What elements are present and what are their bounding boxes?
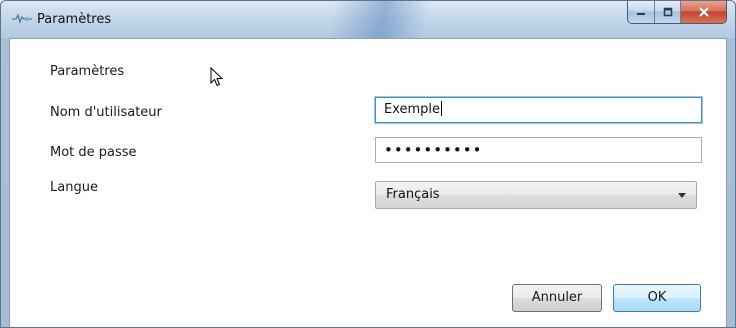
password-label: Mot de passe [50, 145, 137, 160]
username-value: Exemple [384, 102, 441, 117]
title-bar[interactable]: Paramètres [1, 1, 735, 39]
close-icon [698, 7, 709, 17]
cancel-button[interactable]: Annuler [512, 284, 602, 312]
maximize-button[interactable] [654, 1, 680, 23]
window-title: Paramètres [37, 12, 112, 27]
chevron-down-icon [678, 193, 686, 198]
form-heading: Paramètres [50, 64, 125, 79]
mouse-pointer-icon [210, 66, 224, 91]
text-caret [441, 101, 443, 116]
ok-button[interactable]: OK [613, 284, 701, 312]
maximize-icon [663, 7, 672, 17]
caption-buttons [627, 1, 727, 24]
password-field[interactable]: •••••••••• [375, 137, 702, 163]
close-button[interactable] [680, 1, 726, 23]
language-select[interactable]: Français [375, 181, 697, 209]
minimize-icon [637, 13, 645, 15]
password-value: •••••••••• [384, 141, 483, 159]
username-label: Nom d'utilisateur [50, 105, 162, 120]
settings-window: Paramètres Paramètres Nom d'utilisateur … [0, 0, 736, 328]
minimize-button[interactable] [628, 1, 654, 23]
language-label: Langue [50, 180, 98, 195]
language-value: Français [386, 187, 440, 202]
username-field[interactable]: Exemple [375, 97, 702, 123]
app-icon [11, 11, 33, 25]
dialog-content: Paramètres Nom d'utilisateur Exemple Mot… [9, 38, 727, 327]
